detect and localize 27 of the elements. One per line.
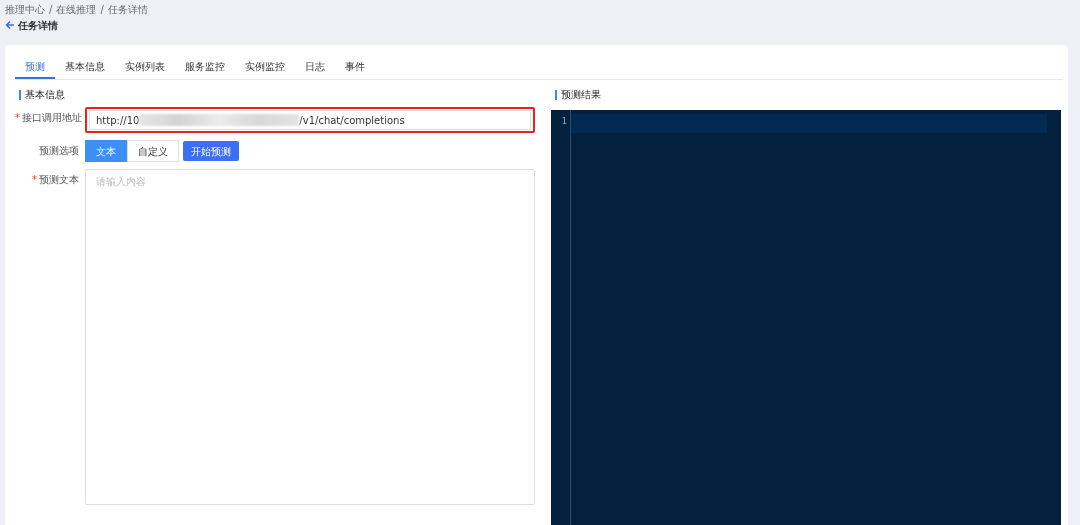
page-title: 任务详情 [18,18,58,33]
tab[interactable]: 预测 [15,55,55,79]
prediction-text-field[interactable]: 请输入内容 [85,169,535,505]
tab[interactable]: 日志 [295,55,335,79]
start-prediction-button[interactable]: 开始预测 [183,141,239,161]
breadcrumb-link[interactable]: 任务详情 [107,4,148,15]
breadcrumb-link[interactable]: 推理中心 [5,4,45,15]
tab[interactable]: 实例监控 [235,55,295,79]
section-title: 基本信息 [19,90,535,100]
option-toggle[interactable]: 自定义 [127,140,179,162]
required-mark: * [15,112,20,123]
field-label: 预测选项 [39,145,79,156]
section-title: 预测结果 [555,90,1061,100]
required-mark: * [32,174,37,185]
field-label: 接口调用地址 [22,112,82,123]
tab[interactable]: 实例列表 [115,55,175,79]
breadcrumb-link[interactable]: 在线推理 [56,4,97,15]
tab[interactable]: 基本信息 [55,55,115,79]
tab[interactable]: 服务监控 [175,55,235,79]
field-label: 预测文本 [39,174,79,185]
code-editor[interactable]: 1 [551,110,1061,525]
tab[interactable]: 事件 [335,55,375,79]
line-number: 1 [560,115,567,128]
breadcrumb-separator: / [100,4,104,15]
endpoint-url-field[interactable]: http://10 /v1/chat/completions [89,110,531,130]
breadcrumb-separator: / [49,4,53,15]
back-arrow-icon[interactable] [5,20,15,30]
